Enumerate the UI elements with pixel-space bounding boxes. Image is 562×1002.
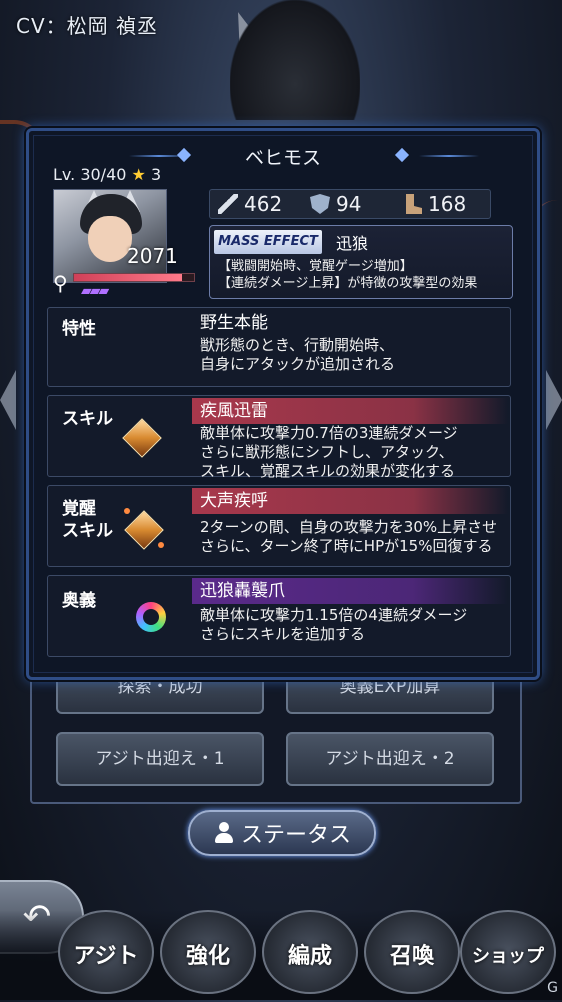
- ougi-orb-icon: [136, 602, 166, 632]
- trait-section: 特性 野生本能 獣形態のとき、行動開始時、 自身にアタックが追加される: [47, 307, 511, 387]
- defense-value: 94: [336, 192, 362, 216]
- skill-gem-icon: [122, 418, 162, 458]
- status-button[interactable]: ステータス: [188, 810, 376, 856]
- portrait-face: [88, 216, 132, 262]
- title-ornament-right: [419, 155, 479, 157]
- mass-effect-description: 【戦闘開始時、覚醒ゲージ増加】 【連続ダメージ上昇】が特徴の攻撃型の効果: [218, 259, 478, 291]
- rank-dots-icon: ▰▰▰: [81, 283, 109, 299]
- speed-stat: 168: [394, 192, 486, 216]
- voice-button-4[interactable]: アジト出迎え・2: [286, 732, 494, 786]
- sword-icon: [218, 194, 238, 214]
- cv-label: CV：松岡 禎丞: [16, 14, 159, 38]
- nav-formation[interactable]: 編成: [262, 910, 358, 994]
- nav-summon[interactable]: 召喚: [364, 910, 460, 994]
- ougi-description: 敵単体に攻撃力1.15倍の4連続ダメージ さらにスキルを追加する: [200, 606, 468, 643]
- defense-stat: 94: [302, 192, 394, 216]
- mass-effect-panel: MASS EFFECT 迅狼 【戦闘開始時、覚醒ゲージ増加】 【連続ダメージ上昇…: [209, 225, 513, 299]
- attack-value: 462: [244, 192, 283, 216]
- trait-label: 特性: [62, 319, 96, 339]
- level-text: Lv. 30/40: [53, 165, 127, 184]
- nav-hideout[interactable]: アジト: [58, 910, 154, 994]
- person-icon: [213, 822, 235, 844]
- stats-panel: 462 94 168: [209, 189, 491, 219]
- ougi-name: 迅狼轟襲爪: [192, 578, 508, 604]
- rarity-star-icon: ★: [131, 165, 146, 184]
- attack-stat: 462: [210, 192, 302, 216]
- ougi-section: 奥義 迅狼轟襲爪 敵単体に攻撃力1.15倍の4連続ダメージ さらにスキルを追加す…: [47, 575, 511, 657]
- mass-effect-name: 迅狼: [336, 234, 369, 253]
- next-character-arrow-icon[interactable]: [546, 370, 562, 430]
- skill-description: 敵単体に攻撃力0.7倍の3連続ダメージ さらに獣形態にシフトし、アタック、 スキ…: [200, 424, 458, 480]
- shield-icon: [310, 194, 330, 214]
- speed-value: 168: [428, 192, 467, 216]
- awaken-skill-label: 覚醒 スキル: [62, 499, 113, 541]
- awaken-skill-description: 2ターンの間、自身の攻撃力を30%上昇させ さらに、ターン終了時にHPが15%回…: [200, 518, 498, 555]
- rarity-count: 3: [150, 165, 162, 184]
- skill-name: 疾風迅雷: [192, 398, 508, 424]
- ougi-label: 奥義: [62, 591, 96, 611]
- hp-bar-fill: [74, 274, 182, 281]
- awaken-skill-name: 大声疾呼: [192, 488, 508, 514]
- level-display: Lv. 30/40 ★ 3: [53, 165, 161, 184]
- hp-bar: [73, 273, 195, 282]
- spark-icon: [158, 542, 164, 548]
- character-detail-modal: ベヒモス Lv. 30/40 ★ 3 2071 ⚲ ▰▰▰ 462 94 168…: [26, 128, 540, 680]
- mass-effect-badge: MASS EFFECT: [214, 230, 322, 254]
- awaken-skill-section: 覚醒 スキル 大声疾呼 2ターンの間、自身の攻撃力を30%上昇させ さらに、ター…: [47, 485, 511, 567]
- prev-character-arrow-icon[interactable]: [0, 370, 16, 430]
- watermark-logo: G: [547, 980, 558, 996]
- weapon-type-icon: ⚲: [53, 271, 68, 295]
- trait-name: 野生本能: [200, 313, 268, 333]
- nav-shop[interactable]: ショップ: [460, 910, 556, 994]
- status-button-label: ステータス: [240, 823, 351, 848]
- character-portrait: [53, 189, 167, 283]
- voice-button-3[interactable]: アジト出迎え・1: [56, 732, 264, 786]
- nav-enhance[interactable]: 強化: [160, 910, 256, 994]
- trait-description: 獣形態のとき、行動開始時、 自身にアタックが追加される: [200, 336, 396, 373]
- background-character: [230, 0, 360, 120]
- bottom-nav: アジト 強化 編成 召喚 ショップ: [0, 910, 562, 1000]
- boot-icon: [406, 194, 422, 214]
- combat-power: 2071: [127, 244, 178, 268]
- skill-label: スキル: [62, 409, 113, 429]
- skill-section: スキル 疾風迅雷 敵単体に攻撃力0.7倍の3連続ダメージ さらに獣形態にシフトし…: [47, 395, 511, 480]
- spark-icon: [124, 508, 130, 514]
